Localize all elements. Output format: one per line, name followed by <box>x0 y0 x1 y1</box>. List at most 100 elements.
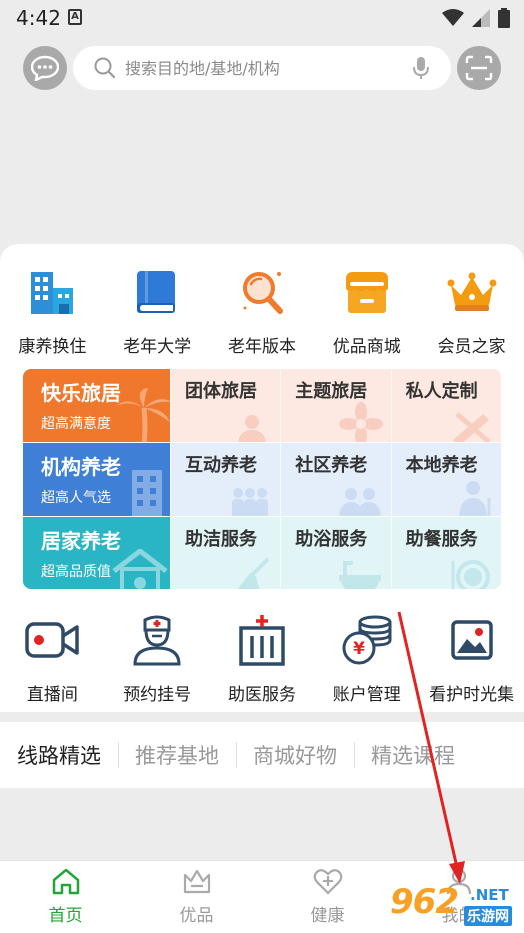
matrix-item-label: 团体旅居 <box>185 381 257 402</box>
matrix-head-institution[interactable]: 机构养老 超高人气选 <box>23 443 170 516</box>
search-input[interactable] <box>125 46 395 90</box>
tab-routes[interactable]: 线路精选 <box>0 740 118 770</box>
matrix-item[interactable]: 互动养老 <box>170 443 281 516</box>
matrix-item-label: 社区养老 <box>295 455 368 477</box>
matrix-item[interactable]: 本地养老 <box>390 443 501 516</box>
service-grid: 直播间 预约挂号 助医服务 ¥ 账户管理 看护时光集 <box>0 612 524 705</box>
matrix-item[interactable]: 社区养老 <box>280 443 391 516</box>
service-photos[interactable]: 看护时光集 <box>419 612 524 705</box>
search-icon <box>94 57 116 79</box>
watermark-suffix: .NET <box>470 886 509 904</box>
house-icon <box>112 548 168 589</box>
category-matrix: 快乐旅居 超高满意度 团体旅居 主题旅居 私人定制 机构养老 超高人气选 互动养… <box>23 369 501 589</box>
service-label: 直播间 <box>26 685 78 705</box>
bathtub-icon <box>338 560 381 589</box>
matrix-item[interactable]: 私人定制 <box>390 369 501 443</box>
matrix-title: 居家养老 <box>41 528 121 553</box>
service-medical[interactable]: 助医服务 <box>210 612 315 705</box>
matrix-subtitle: 超高品质值 <box>41 563 111 580</box>
photo-icon <box>450 620 493 660</box>
svg-text:¥: ¥ <box>353 639 365 659</box>
feature-shop[interactable]: 优品商城 <box>314 264 419 357</box>
matrix-item[interactable]: 主题旅居 <box>280 369 391 443</box>
matrix-item[interactable]: 助洁服务 <box>170 516 281 589</box>
status-time: 4:42 <box>16 6 61 30</box>
building-icon <box>132 469 162 516</box>
matrix-item-label: 互动养老 <box>185 455 257 477</box>
nav-health[interactable]: 健康 <box>262 861 393 933</box>
magnifier-icon <box>242 272 283 314</box>
group-icon <box>238 415 267 443</box>
service-label: 预约挂号 <box>123 685 192 705</box>
feature-membership[interactable]: 会员之家 <box>419 264 524 357</box>
service-account[interactable]: ¥ 账户管理 <box>314 612 419 705</box>
elder-cane-icon <box>459 480 491 516</box>
matrix-item[interactable]: 助餐服务 <box>390 516 501 589</box>
pencil-icon <box>452 412 491 443</box>
crown-icon <box>447 272 497 311</box>
nurse-icon <box>133 615 181 666</box>
wifi-icon <box>442 9 464 26</box>
scan-button[interactable] <box>457 46 501 90</box>
buildings-icon <box>31 272 74 314</box>
tab-courses[interactable]: 精选课程 <box>354 740 472 770</box>
matrix-item-label: 主题旅居 <box>295 381 368 402</box>
feature-university[interactable]: 老年大学 <box>105 264 210 357</box>
matrix-title: 机构养老 <box>41 455 121 480</box>
palm-tree-icon <box>116 388 170 443</box>
people-icon <box>232 487 269 516</box>
matrix-item-label: 私人定制 <box>405 381 478 402</box>
coins-icon: ¥ <box>342 615 392 665</box>
service-live[interactable]: 直播间 <box>0 612 105 705</box>
matrix-subtitle: 超高人气选 <box>41 490 111 507</box>
feature-label: 康养换住 <box>18 337 87 357</box>
content-tabs: 线路精选 推荐基地 商城好物 精选课程 <box>0 722 524 788</box>
feature-label: 优品商城 <box>332 337 401 357</box>
message-button[interactable] <box>23 46 67 90</box>
matrix-head-home[interactable]: 居家养老 超高品质值 <box>23 516 170 589</box>
feature-label: 老年版本 <box>227 337 296 357</box>
service-appointment[interactable]: 预约挂号 <box>105 612 210 705</box>
service-label: 账户管理 <box>332 685 401 705</box>
tab-goods[interactable]: 商城好物 <box>236 740 354 770</box>
service-label: 看护时光集 <box>429 685 515 705</box>
nav-home[interactable]: 首页 <box>0 861 131 933</box>
feature-label: 会员之家 <box>437 337 506 357</box>
notification-icon: A <box>68 9 82 25</box>
nav-products[interactable]: 优品 <box>131 861 262 933</box>
matrix-item[interactable]: 团体旅居 <box>170 369 281 443</box>
matrix-item-label: 助洁服务 <box>185 528 257 550</box>
matrix-subtitle: 超高满意度 <box>41 416 111 432</box>
broom-icon <box>237 557 270 589</box>
watermark-logo: 962 .NET 乐游网 <box>388 880 522 930</box>
feature-grid: 康养换住 老年大学 老年版本 优品商城 会员之家 <box>0 264 524 357</box>
matrix-item[interactable]: 助浴服务 <box>280 516 391 589</box>
matrix-item-label: 助浴服务 <box>295 528 368 550</box>
shop-icon <box>345 272 388 313</box>
tab-bases[interactable]: 推荐基地 <box>118 740 236 770</box>
video-camera-icon <box>25 622 80 658</box>
matrix-row-home: 居家养老 超高品质值 助洁服务 助浴服务 助餐服务 <box>23 515 501 589</box>
battery-icon <box>498 8 510 28</box>
search-bar[interactable] <box>73 46 451 90</box>
plate-icon <box>451 559 490 589</box>
status-icons <box>442 8 510 28</box>
feature-senior-mode[interactable]: 老年版本 <box>210 264 315 357</box>
service-label: 助医服务 <box>227 685 296 705</box>
feature-kangyang[interactable]: 康养换住 <box>0 264 105 357</box>
microphone-icon[interactable] <box>413 56 429 80</box>
nav-label: 优品 <box>179 906 214 926</box>
main-card: 康养换住 老年大学 老年版本 优品商城 会员之家 快乐旅居 超高满意度 团体旅居… <box>0 244 524 712</box>
basket-icon <box>183 869 210 894</box>
watermark-sub: 乐游网 <box>464 906 512 926</box>
nav-label: 健康 <box>310 906 345 926</box>
matrix-item-label: 本地养老 <box>405 455 478 477</box>
watermark-brand: 962 <box>390 882 459 922</box>
hospital-icon <box>239 615 285 666</box>
matrix-row-travel: 快乐旅居 超高满意度 团体旅居 主题旅居 私人定制 <box>23 369 501 443</box>
matrix-head-travel[interactable]: 快乐旅居 超高满意度 <box>23 369 170 443</box>
chat-bubble-icon <box>31 55 59 81</box>
elderly-couple-icon <box>338 487 381 516</box>
book-icon <box>137 271 176 313</box>
nav-label: 首页 <box>48 906 83 926</box>
